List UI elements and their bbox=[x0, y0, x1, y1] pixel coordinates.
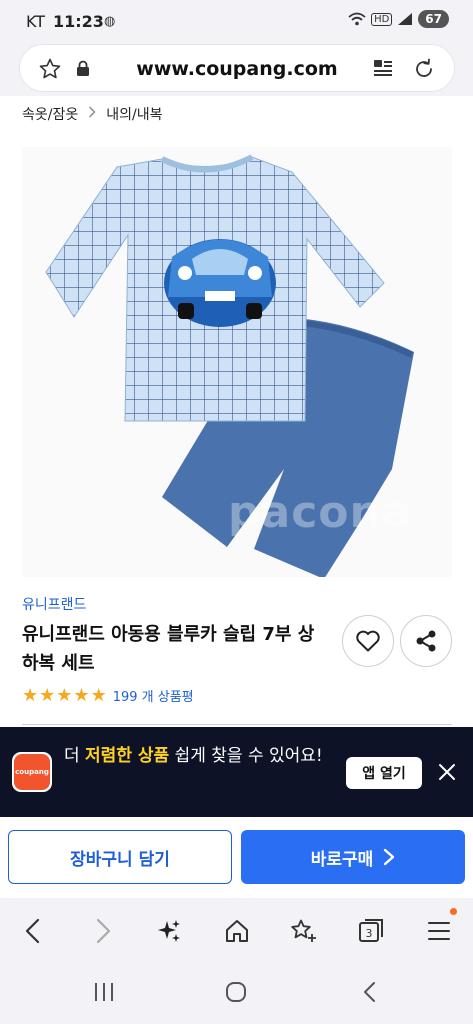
clock: 11:23 bbox=[53, 12, 104, 31]
home-icon[interactable] bbox=[222, 916, 252, 946]
status-bar: KT 11:23 ◍ HD 67 bbox=[0, 0, 473, 40]
add-to-cart-button[interactable]: 장바구니 담기 bbox=[8, 830, 232, 884]
coupang-app-logo: coupang bbox=[12, 752, 52, 792]
share-button[interactable] bbox=[400, 615, 452, 667]
star-icon: ★ bbox=[73, 684, 90, 706]
close-icon[interactable] bbox=[437, 762, 457, 786]
heart-icon bbox=[356, 630, 380, 652]
chevron-right-icon bbox=[88, 106, 96, 122]
tabs-icon[interactable]: 3 bbox=[356, 916, 386, 946]
wifi-icon bbox=[348, 12, 366, 26]
browser-toolbar: www.coupang.com bbox=[0, 40, 473, 96]
wishlist-button[interactable] bbox=[342, 615, 394, 667]
browser-bottom-bar: 3 bbox=[0, 898, 473, 962]
menu-icon[interactable] bbox=[424, 916, 454, 946]
svg-text:3: 3 bbox=[366, 927, 373, 940]
app-install-banner: coupang 더 저렴한 상품 쉽게 찾을 수 있어요! 앱 열기 bbox=[0, 727, 473, 817]
reader-mode-icon[interactable] bbox=[372, 57, 394, 83]
breadcrumb: 속옷/잠옷 내의/내복 bbox=[22, 104, 163, 124]
back-icon[interactable] bbox=[18, 916, 48, 946]
product-image[interactable]: pacona bbox=[22, 147, 452, 579]
notification-icon: ◍ bbox=[104, 14, 116, 29]
bookmarks-icon[interactable] bbox=[288, 916, 318, 946]
breadcrumb-item-underwear[interactable]: 속옷/잠옷 bbox=[22, 104, 78, 124]
star-icon: ★ bbox=[22, 684, 39, 706]
rating-row[interactable]: ★ ★ ★ ★ ★ 199 개 상품평 bbox=[22, 686, 194, 705]
product-title: 유니프랜드 아동용 블루카 슬립 7부 상하복 세트 bbox=[22, 624, 315, 674]
status-icons: HD 67 bbox=[348, 10, 449, 28]
recent-apps-icon[interactable] bbox=[92, 980, 116, 1008]
divider bbox=[22, 724, 452, 725]
chevron-right-icon bbox=[384, 848, 395, 866]
brand-link[interactable]: 유니프랜드 bbox=[22, 594, 86, 614]
reload-icon[interactable] bbox=[412, 57, 436, 85]
buy-now-label: 바로구매 bbox=[310, 849, 374, 870]
address-bar[interactable]: www.coupang.com bbox=[19, 44, 455, 92]
carrier-label: KT bbox=[26, 12, 46, 31]
star-icon: ★ bbox=[56, 684, 73, 706]
home-button-icon[interactable] bbox=[224, 980, 248, 1008]
add-to-cart-label: 장바구니 담기 bbox=[70, 849, 170, 870]
review-count-link[interactable]: 199 개 상품평 bbox=[113, 686, 194, 705]
sparkle-icon[interactable] bbox=[154, 916, 184, 946]
open-app-button[interactable]: 앱 열기 bbox=[346, 757, 422, 789]
system-navigation-bar bbox=[0, 962, 473, 1024]
star-icon: ★ bbox=[39, 684, 56, 706]
breadcrumb-item-innerwear[interactable]: 내의/내복 bbox=[106, 104, 162, 124]
notification-dot bbox=[450, 908, 457, 915]
share-icon bbox=[416, 630, 436, 652]
banner-message: 더 저렴한 상품 쉽게 찾을 수 있어요! bbox=[64, 746, 323, 766]
system-back-icon[interactable] bbox=[358, 980, 382, 1008]
forward-icon[interactable] bbox=[88, 916, 118, 946]
star-icon: ★ bbox=[90, 684, 107, 706]
watermark: pacona bbox=[228, 487, 413, 538]
hd-icon: HD bbox=[371, 12, 393, 26]
battery-icon: 67 bbox=[418, 10, 449, 28]
banner-highlight: 저렴한 상품 bbox=[85, 746, 170, 766]
buy-now-button[interactable]: 바로구매 bbox=[241, 830, 465, 884]
star-rating: ★ ★ ★ ★ ★ bbox=[22, 684, 107, 706]
signal-icon bbox=[398, 13, 413, 25]
